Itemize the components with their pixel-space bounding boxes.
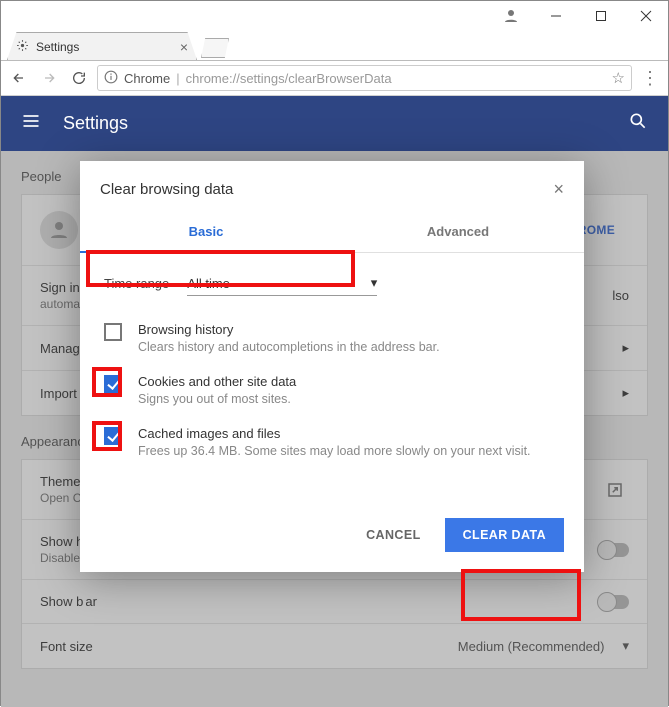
search-icon[interactable]: [628, 111, 648, 136]
window-minimize-button[interactable]: [533, 1, 578, 30]
toolbar: Chrome | chrome://settings/clearBrowserD…: [1, 60, 668, 96]
site-info-icon[interactable]: [104, 70, 118, 87]
url-origin: Chrome: [124, 71, 170, 86]
address-bar[interactable]: Chrome | chrome://settings/clearBrowserD…: [97, 65, 632, 91]
time-range-select[interactable]: All time ▾: [187, 271, 377, 296]
reload-button[interactable]: [67, 66, 91, 90]
tab-close-icon[interactable]: ×: [180, 39, 188, 55]
chevron-down-icon: ▾: [371, 275, 378, 291]
close-icon[interactable]: ×: [553, 179, 564, 200]
checkbox[interactable]: [104, 427, 122, 445]
gear-icon: [16, 39, 29, 55]
option-cookies[interactable]: Cookies and other site data Signs you ou…: [100, 364, 564, 416]
url-text: chrome://settings/clearBrowserData: [186, 71, 606, 86]
time-range-label: Time range: [104, 276, 169, 291]
browser-menu-button[interactable]: ⋮: [638, 68, 662, 89]
checkbox[interactable]: [104, 323, 122, 341]
clear-data-button[interactable]: CLEAR DATA: [445, 518, 564, 552]
time-range-row: Time range All time ▾: [100, 271, 564, 312]
tab-advanced[interactable]: Advanced: [332, 212, 584, 253]
tab-strip: Settings ×: [1, 30, 668, 60]
window-titlebar: [1, 1, 668, 30]
window-close-button[interactable]: [623, 1, 668, 30]
back-button[interactable]: [7, 66, 31, 90]
bookmark-star-icon[interactable]: ☆: [612, 69, 625, 87]
tab-title: Settings: [36, 40, 79, 54]
settings-app-header: Settings: [1, 96, 668, 151]
settings-title: Settings: [63, 113, 128, 134]
browser-tab-settings[interactable]: Settings ×: [7, 32, 197, 60]
tab-basic[interactable]: Basic: [80, 212, 332, 253]
option-cache[interactable]: Cached images and files Frees up 36.4 MB…: [100, 416, 564, 468]
profile-icon[interactable]: [488, 7, 533, 25]
forward-button: [37, 66, 61, 90]
cancel-button[interactable]: CANCEL: [350, 518, 436, 552]
window-maximize-button[interactable]: [578, 1, 623, 30]
clear-browsing-data-dialog: Clear browsing data × Basic Advanced Tim…: [80, 161, 584, 572]
dialog-title: Clear browsing data: [100, 181, 233, 198]
option-browsing-history[interactable]: Browsing history Clears history and auto…: [100, 312, 564, 364]
checkbox[interactable]: [104, 375, 122, 393]
menu-icon[interactable]: [21, 111, 41, 136]
new-tab-button[interactable]: [201, 38, 229, 58]
